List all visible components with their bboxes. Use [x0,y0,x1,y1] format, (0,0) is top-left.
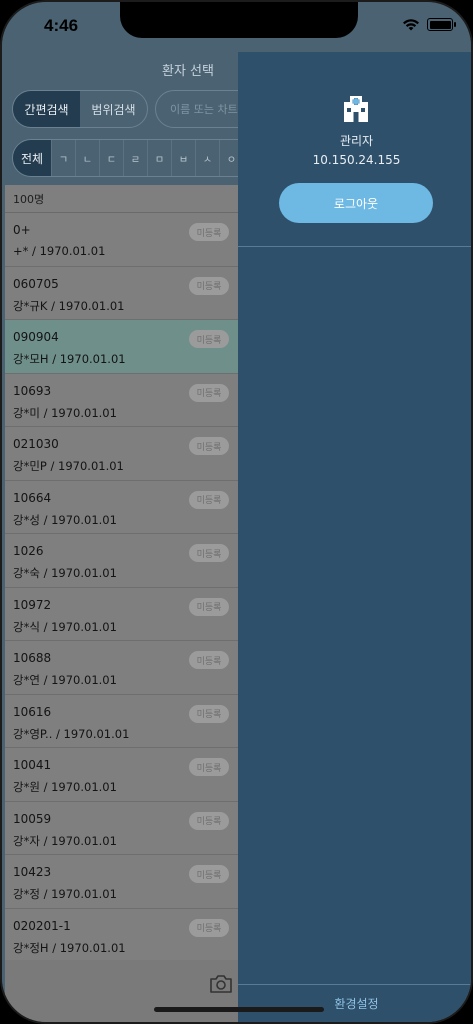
page-title: 환자 선택 [162,64,214,79]
logout-button[interactable]: 로그아웃 [279,183,433,223]
consonant-filter: 전체 ㄱ ㄴ ㄷ ㄹ ㅁ ㅂ ㅅ ㅇ ㅈ [12,139,272,177]
tab-simple-search[interactable]: 간편검색 [13,91,80,127]
patient-count: 100명 [5,185,245,213]
patient-id: 0+ [13,223,31,237]
consonant-item[interactable]: ㄱ [51,140,75,176]
status-time: 4:46 [44,16,79,35]
search-mode-toggle: 간편검색 범위검색 [12,90,148,128]
side-drawer: 관리자 10.150.24.155 로그아웃 환경설정 [238,52,471,1022]
unregistered-badge: 미등록 [189,383,229,402]
divider [238,246,471,247]
patient-name-dob: 강*영P.. / 1970.01.01 [13,726,130,741]
unregistered-badge: 미등록 [189,437,229,455]
patient-name-dob: +* / 1970.01.01 [13,244,106,258]
patient-name-dob: 강*미 / 1970.01.01 [13,405,117,420]
patient-row[interactable]: 10041 강*원 / 1970.01.01 미등록 [5,748,245,802]
consonant-item[interactable]: ㄷ [99,140,123,176]
patient-id: 10423 [13,865,52,879]
patient-name-dob: 강*정 / 1970.01.01 [13,887,117,901]
wifi-icon [403,19,419,31]
unregistered-badge: 미등록 [189,811,229,830]
patient-list[interactable]: 100명 0+ +* / 1970.01.01 미등록 060705 강*규K … [5,185,245,960]
drawer-top-strip [238,38,471,52]
patient-name-dob: 강*모H / 1970.01.01 [13,352,126,366]
patient-name-dob: 강*숙 / 1970.01.01 [13,566,117,580]
patient-id: 10616 [13,704,52,719]
patient-id: 090904 [13,330,59,344]
patient-id: 10664 [13,490,52,505]
unregistered-badge: 미등록 [189,330,229,348]
patient-row[interactable]: 10423 강*정 / 1970.01.01 미등록 [5,855,245,909]
unregistered-badge: 미등록 [189,276,229,295]
patient-row[interactable]: 060705 강*규K / 1970.01.01 미등록 [5,267,245,320]
server-ip: 10.150.24.155 [312,153,401,167]
patient-row[interactable]: 020201-1 강*정H / 1970.01.01 미등록 [5,909,245,961]
consonant-item[interactable]: ㄴ [75,140,99,176]
patient-row-selected[interactable]: 090904 강*모H / 1970.01.01 미등록 [5,320,245,374]
bottom-toolbar [5,960,245,1022]
patient-name-dob: 강*민P / 1970.01.01 [13,459,124,473]
patient-row[interactable]: 10664 강*성 / 1970.01.01 미등록 [5,481,245,534]
consonant-item[interactable]: ㅂ [171,140,195,176]
patient-id: 1026 [13,544,44,558]
patient-id: 060705 [13,276,59,291]
patient-id: 10688 [13,651,52,665]
device-frame: 4:46 환자 선택 간편검색 범위검색 이름 또는 차트번 전체 ㄱ ㄴ ㄷ … [0,0,473,1024]
patient-row[interactable]: 10059 강*자 / 1970.01.01 미등록 [5,802,245,855]
patient-row[interactable]: 10693 강*미 / 1970.01.01 미등록 [5,374,245,427]
patient-name-dob: 강*성 / 1970.01.01 [13,512,117,527]
user-role: 관리자 [339,134,374,148]
camera-icon[interactable] [209,974,233,994]
patient-id: 020201-1 [13,918,71,933]
patient-id: 021030 [13,437,59,451]
patient-name-dob: 강*규K / 1970.01.01 [13,298,125,313]
consonant-all[interactable]: 전체 [13,140,51,176]
patient-row[interactable]: 021030 강*민P / 1970.01.01 미등록 [5,427,245,481]
patient-name-dob: 강*정H / 1970.01.01 [13,940,126,955]
unregistered-badge: 미등록 [189,597,229,616]
unregistered-badge: 미등록 [189,651,229,669]
patient-id: 10693 [13,383,52,398]
patient-row[interactable]: 10616 강*영P.. / 1970.01.01 미등록 [5,695,245,748]
patient-id: 10972 [13,597,52,612]
unregistered-badge: 미등록 [189,704,229,723]
patient-row[interactable]: 0+ +* / 1970.01.01 미등록 [5,213,245,267]
patient-id: 10041 [13,758,52,772]
patient-id: 10059 [13,811,52,826]
consonant-item[interactable]: ㅅ [195,140,219,176]
patient-name-dob: 강*원 / 1970.01.01 [13,780,117,794]
unregistered-badge: 미등록 [189,865,229,883]
hospital-icon [344,96,368,122]
unregistered-badge: 미등록 [189,490,229,509]
battery-icon [427,18,456,31]
notch [120,2,358,38]
tab-range-search[interactable]: 범위검색 [80,91,147,127]
unregistered-badge: 미등록 [189,758,229,776]
unregistered-badge: 미등록 [189,223,229,241]
patient-name-dob: 강*자 / 1970.01.01 [13,833,117,848]
patient-name-dob: 강*연 / 1970.01.01 [13,673,117,687]
consonant-item[interactable]: ㄹ [123,140,147,176]
consonant-item[interactable]: ㅁ [147,140,171,176]
patient-row[interactable]: 10688 강*연 / 1970.01.01 미등록 [5,641,245,695]
unregistered-badge: 미등록 [189,544,229,562]
unregistered-badge: 미등록 [189,918,229,937]
divider [238,984,471,985]
home-indicator [154,1007,324,1012]
patient-row[interactable]: 1026 강*숙 / 1970.01.01 미등록 [5,534,245,588]
patient-name-dob: 강*식 / 1970.01.01 [13,619,117,634]
patient-row[interactable]: 10972 강*식 / 1970.01.01 미등록 [5,588,245,641]
status-icons [402,18,456,31]
